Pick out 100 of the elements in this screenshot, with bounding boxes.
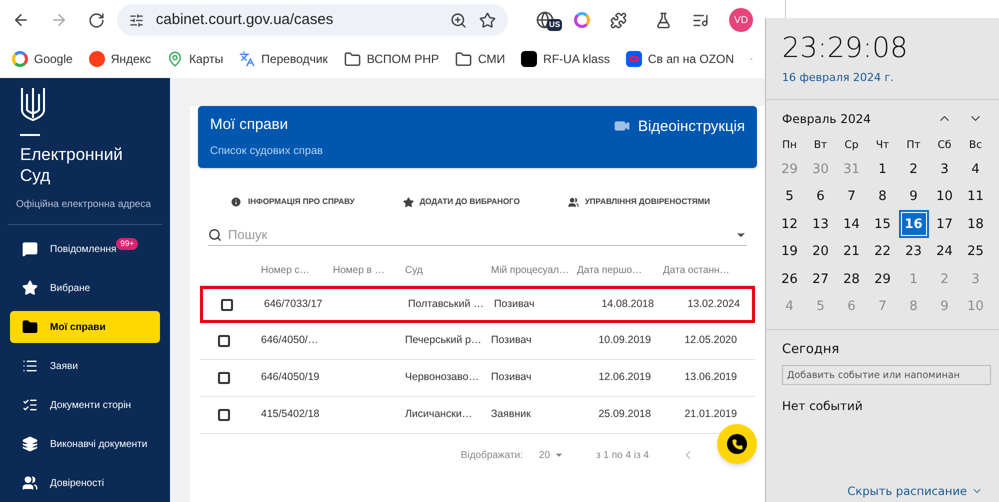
bookmark-star-icon[interactable] (479, 12, 496, 28)
nav-item[interactable]: Вибране (10, 272, 160, 304)
calendar-day[interactable]: 16 (900, 212, 926, 236)
nav-item[interactable]: Повідомлення 99+ (10, 233, 160, 265)
address-bar[interactable]: cabinet.court.gov.ua/cases (116, 4, 508, 36)
row-checkbox[interactable] (218, 335, 230, 347)
table-row[interactable]: 646/4050/… Печерський р… Позивач 10.09.2019 12.05.2020 (200, 323, 755, 360)
star-icon (402, 196, 414, 208)
weekday-label: Ср (844, 138, 860, 152)
reload-icon[interactable] (88, 12, 105, 28)
column-header[interactable]: Мій процесуал… (491, 263, 577, 278)
table-cell: 25.09.2018 (598, 408, 651, 420)
bookmark-link[interactable]: Яндекс (88, 50, 152, 68)
table-cell: Позивач (494, 298, 534, 310)
calendar-day[interactable]: 9 (900, 184, 926, 209)
table-row[interactable]: 646/4050/19 Червонозаво… Позивач 12.06.2019 13.06.2019 (200, 360, 755, 397)
calendar-day[interactable]: 21 (838, 240, 864, 264)
calendar-day[interactable]: 17 (932, 212, 958, 236)
folder-icon (22, 319, 38, 335)
bookmark-link[interactable]: RF-UA klass (521, 50, 610, 68)
column-header[interactable]: Суд (405, 263, 491, 278)
nav-item[interactable]: Документи сторін (10, 389, 160, 421)
calendar-day[interactable]: 10 (932, 184, 958, 209)
nav-item[interactable]: Заяви (10, 350, 160, 382)
bookmark-link[interactable]: ВСПОМ PHP (344, 50, 440, 68)
calendar-day[interactable]: 20 (808, 240, 834, 264)
profile-avatar[interactable]: VD (729, 8, 754, 32)
nav-item[interactable]: Мої справи (10, 311, 160, 343)
calendar-day[interactable]: 3 (932, 157, 958, 182)
bookmark-link[interactable]: Св ап на OZON (626, 50, 734, 68)
calendar-day[interactable]: 4 (962, 157, 988, 182)
action-button[interactable]: УПРАВЛІННЯ ДОВІРЕНОСТЯМИ (568, 196, 710, 208)
table-cell: Позивач (491, 334, 532, 346)
calendar-day[interactable]: 12 (776, 212, 802, 236)
bookmark-link[interactable]: Переводчик (239, 50, 328, 68)
search-field[interactable]: Пошук (208, 224, 747, 246)
bookmark-link[interactable]: Карты (167, 50, 224, 68)
nav-item[interactable]: Виконавчі документи (10, 428, 160, 460)
back-icon[interactable] (12, 11, 30, 29)
calendar-day[interactable]: 28 (838, 267, 864, 292)
calendar-day[interactable]: 27 (808, 267, 834, 292)
extension-badge: US (547, 19, 562, 31)
layers-icon (22, 436, 38, 452)
calendar-day[interactable]: 24 (932, 240, 958, 264)
ozon-logo-icon (626, 51, 642, 67)
calendar-day[interactable]: 15 (870, 212, 896, 236)
weekday-label: Пт (905, 138, 922, 152)
column-header[interactable]: Номер с… (261, 263, 333, 278)
table-cell: Печерський р… (405, 334, 482, 346)
app-logo-icon (521, 51, 538, 67)
nav-item[interactable]: Довіреності (10, 467, 160, 499)
list-icon (22, 358, 38, 374)
event-input[interactable]: Добавить событие или напоминан (782, 365, 991, 385)
calendar-day[interactable]: 2 (900, 157, 926, 182)
column-header[interactable]: Дата останн… (663, 263, 749, 278)
calendar-day[interactable]: 19 (776, 240, 802, 264)
column-header[interactable]: Дата першо… (577, 263, 663, 278)
row-checkbox[interactable] (218, 372, 230, 384)
table-cell: Заявник (491, 408, 531, 420)
call-button[interactable] (717, 424, 757, 464)
action-button[interactable]: ДОДАТИ ДО ВИБРАНОГО (402, 196, 520, 208)
calendar-day[interactable]: 22 (870, 240, 896, 264)
calendar-day[interactable]: 25 (962, 240, 988, 264)
rows-per-page-select[interactable]: 20 (538, 448, 564, 462)
table-row[interactable]: 646/7033/17 Полтавський … Позивач 14.08.2018 13.02.2024 (200, 286, 755, 323)
calendar-day[interactable]: 11 (962, 184, 988, 209)
hide-schedule-link[interactable]: Скрыть расписание (847, 482, 983, 500)
calendar-day[interactable]: 7 (838, 184, 864, 209)
column-header[interactable]: Номер в … (333, 263, 405, 278)
action-button[interactable]: ІНФОРМАЦІЯ ПРО СПРАВУ (230, 196, 355, 208)
calendar-day[interactable]: 6 (808, 184, 834, 209)
bookmark-link[interactable]: Google (12, 50, 73, 68)
calendar-day[interactable]: 13 (808, 212, 834, 236)
calendar-day[interactable]: 26 (776, 267, 802, 292)
info-icon (230, 196, 242, 208)
calendar-day[interactable]: 1 (870, 157, 896, 182)
zoom-icon[interactable] (450, 12, 468, 28)
calendar-day[interactable]: 8 (870, 184, 896, 209)
phone-icon (732, 438, 742, 450)
table-cell: Полтавський … (408, 298, 484, 310)
color-ring-icon[interactable] (574, 12, 590, 28)
row-checkbox[interactable] (221, 298, 233, 310)
calendar-day[interactable]: 29 (870, 267, 896, 292)
calendar-day[interactable]: 14 (838, 212, 864, 236)
bookmark-link[interactable]: СМИ (455, 50, 506, 68)
weekday-label: Чт (874, 138, 890, 152)
calendar-day[interactable]: 23 (900, 240, 926, 264)
flask-icon[interactable] (655, 12, 672, 28)
calendar-day[interactable]: 5 (776, 184, 802, 209)
video-instructions-link[interactable]: Відеоінструкція (614, 116, 745, 168)
extensions-icon[interactable] (610, 12, 628, 28)
table-cell: 13.06.2019 (684, 371, 737, 384)
folder-icon (455, 50, 472, 68)
weekday-label: Сб (936, 138, 952, 152)
folder-icon (344, 50, 361, 68)
calendar-day[interactable]: 18 (962, 212, 988, 236)
search-input[interactable]: Пошук (228, 224, 729, 244)
site-settings-icon[interactable] (128, 12, 144, 28)
table-cell: Позивач (491, 371, 532, 384)
row-checkbox[interactable] (218, 409, 230, 421)
